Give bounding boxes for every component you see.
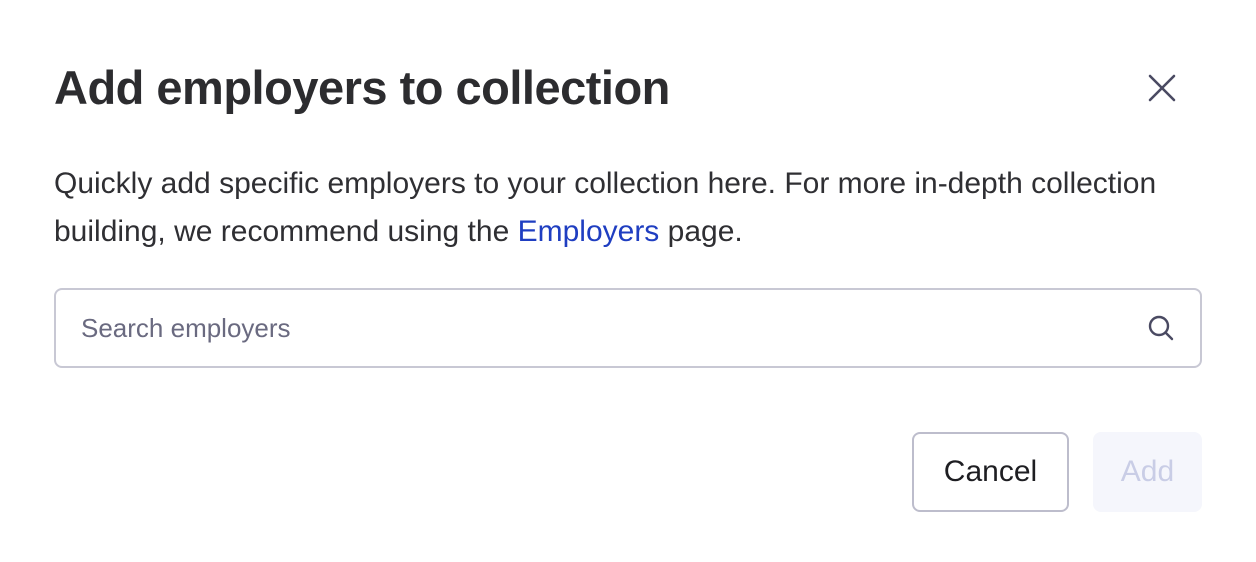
close-button[interactable]	[1138, 64, 1186, 112]
cancel-button[interactable]: Cancel	[912, 432, 1069, 512]
dialog-description: Quickly add specific employers to your c…	[54, 160, 1174, 256]
employers-page-link[interactable]: Employers	[518, 215, 660, 248]
close-icon	[1147, 73, 1177, 103]
search-icon[interactable]	[1146, 313, 1176, 343]
add-employers-dialog: Add employers to collection Quickly add …	[0, 0, 1256, 562]
description-text-after: page.	[659, 215, 743, 248]
add-button[interactable]: Add	[1093, 432, 1202, 512]
search-input[interactable]	[81, 308, 1146, 348]
dialog-title: Add employers to collection	[54, 61, 670, 114]
search-field[interactable]	[54, 288, 1202, 368]
